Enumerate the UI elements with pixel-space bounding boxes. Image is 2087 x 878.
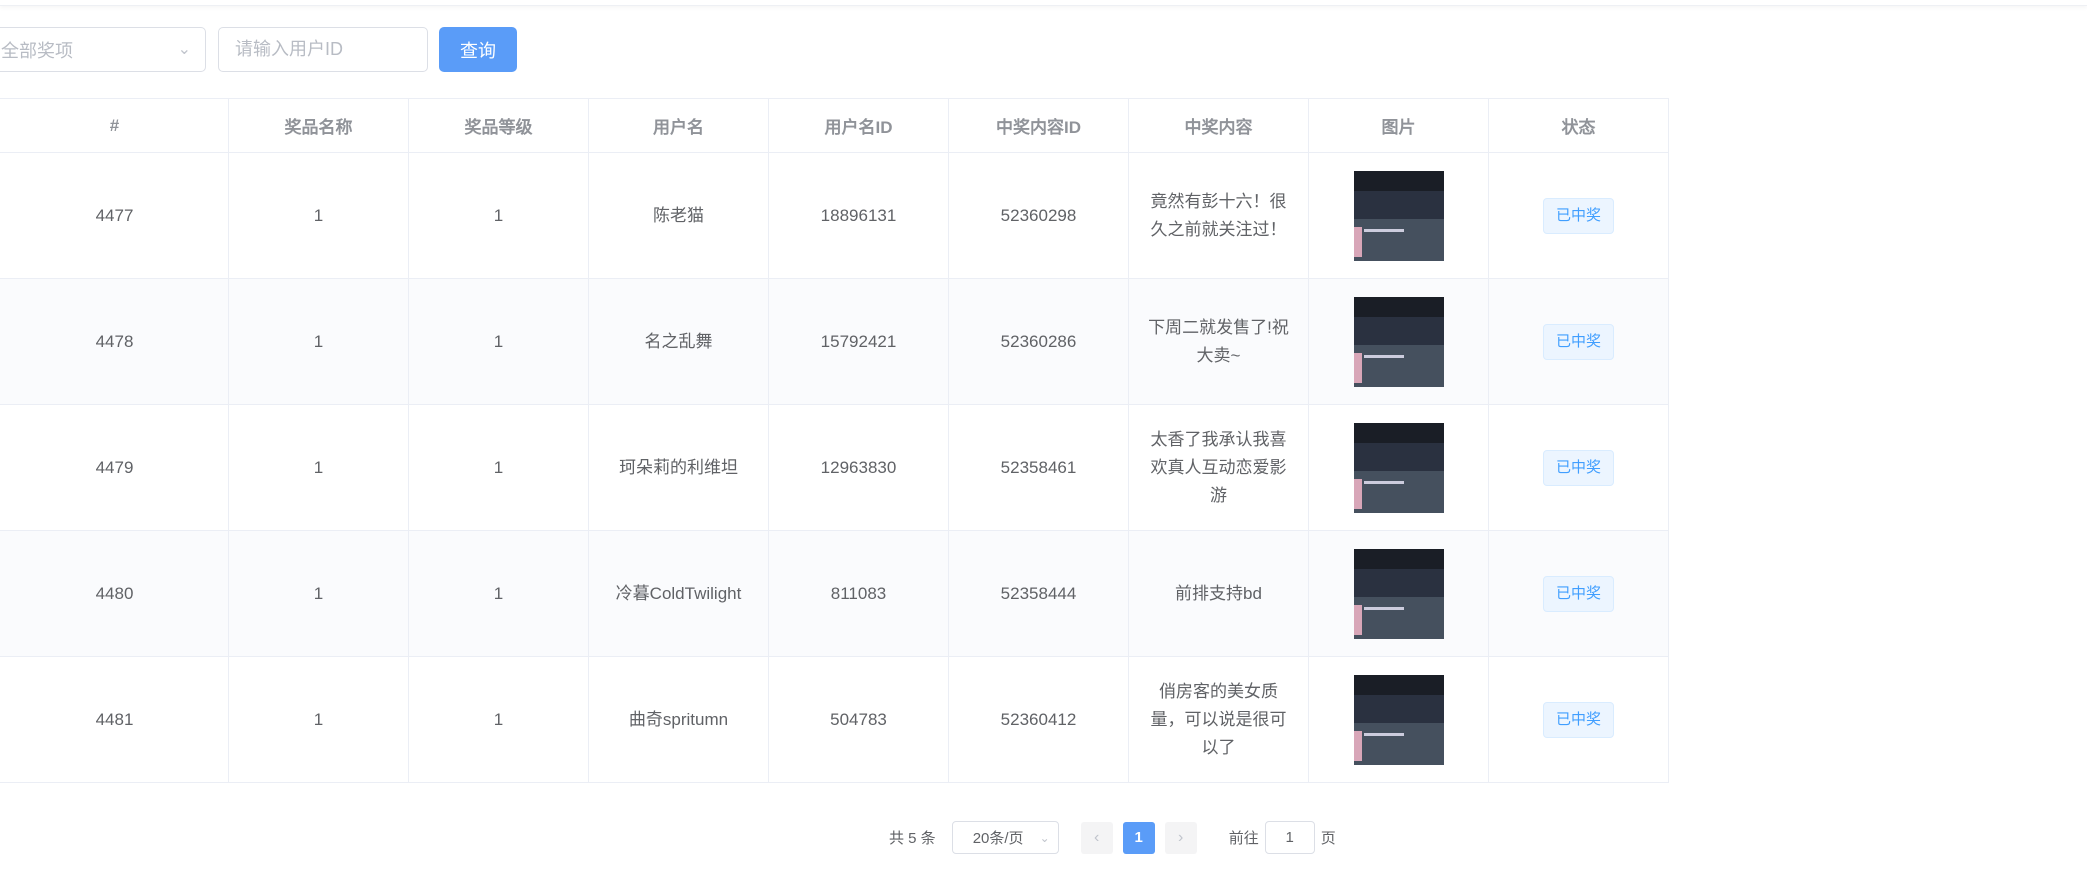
- cell-id: 4481: [0, 656, 229, 783]
- cell-content-id: 52358444: [948, 530, 1129, 657]
- column-header: 用户名: [588, 98, 769, 153]
- cell-prize-name: 1: [228, 404, 409, 531]
- screenshot-thumbnail[interactable]: [1353, 548, 1444, 639]
- cell-prize-name: 1: [228, 530, 409, 657]
- cell-username: 名之乱舞: [588, 278, 769, 405]
- cell-status: 已中奖: [1488, 152, 1669, 279]
- winners-table: # 奖品名称 奖品等级 用户名 用户名ID 中奖内容ID 中奖内容 图片 状态 4477 1 1 陈老…: [0, 98, 1669, 783]
- chevron-left-icon: ‹: [1094, 828, 1100, 846]
- cell-content: 下周二就发售了!祝大卖~: [1128, 278, 1309, 405]
- cell-user-id: 18896131: [768, 152, 949, 279]
- page-size-select[interactable]: 20条/页 ⌄: [951, 821, 1059, 854]
- column-header: 用户名ID: [768, 98, 949, 153]
- cell-content-id: 52360286: [948, 278, 1129, 405]
- cell-content: 太香了我承认我喜欢真人互动恋爱影游: [1128, 404, 1309, 531]
- cell-username: 陈老猫: [588, 152, 769, 279]
- table-row: 4481 1 1 曲奇spritumn 504783 52360412 俏房客的美女质量，可…: [0, 656, 1669, 783]
- cell-content: 俏房客的美女质量，可以说是很可以了: [1128, 656, 1309, 783]
- chevron-right-icon: ›: [1178, 828, 1184, 846]
- table-header: # 奖品名称 奖品等级 用户名 用户名ID 中奖内容ID 中奖内容 图片 状态: [0, 98, 1669, 153]
- cell-status: 已中奖: [1488, 278, 1669, 405]
- page-size-value: 20条/页: [972, 830, 1024, 847]
- cell-image: [1308, 404, 1489, 531]
- prize-select[interactable]: 全部奖项 ⌄: [0, 27, 206, 72]
- cell-user-id: 15792421: [768, 278, 949, 405]
- prize-select-value: 全部奖项: [1, 40, 73, 61]
- cell-prize-level: 1: [408, 656, 589, 783]
- total-count: 共 5 条: [889, 830, 936, 847]
- column-header: 中奖内容: [1128, 98, 1309, 153]
- cell-prize-name: 1: [228, 152, 409, 279]
- status-badge: 已中奖: [1542, 575, 1614, 612]
- prev-page-button[interactable]: ‹: [1080, 821, 1113, 854]
- table-row: 4480 1 1 冷暮ColdTwilight 811083 52358444 前排支持bd…: [0, 530, 1669, 657]
- status-badge: 已中奖: [1542, 323, 1614, 360]
- cell-id: 4480: [0, 530, 229, 657]
- column-header: 图片: [1308, 98, 1489, 153]
- screenshot-thumbnail[interactable]: [1353, 170, 1444, 261]
- cell-content-id: 52358461: [948, 404, 1129, 531]
- cell-id: 4479: [0, 404, 229, 531]
- cell-username: 曲奇spritumn: [588, 656, 769, 783]
- page-suffix: 页: [1320, 830, 1336, 847]
- cell-id: 4477: [0, 152, 229, 279]
- user-id-input[interactable]: [218, 27, 428, 72]
- cell-user-id: 811083: [768, 530, 949, 657]
- screenshot-thumbnail[interactable]: [1353, 296, 1444, 387]
- cell-prize-name: 1: [228, 278, 409, 405]
- cell-status: 已中奖: [1488, 404, 1669, 531]
- table-row: 4478 1 1 名之乱舞 15792421 52360286 下周二就发售了!祝大卖~ 已中…: [0, 278, 1669, 405]
- goto-label: 前往: [1228, 830, 1259, 847]
- cell-username: 珂朵莉的利维坦: [588, 404, 769, 531]
- pagination: 共 5 条 20条/页 ⌄ ‹ 1 › 前往 页: [889, 821, 1336, 854]
- cell-status: 已中奖: [1488, 530, 1669, 657]
- table-row: 4477 1 1 陈老猫 18896131 52360298 竟然有彭十六！很久之前就关注过…: [0, 152, 1669, 279]
- chevron-down-icon: ⌄: [1039, 830, 1050, 845]
- cell-image: [1308, 656, 1489, 783]
- goto-page-input[interactable]: [1264, 821, 1315, 854]
- cell-id: 4478: [0, 278, 229, 405]
- column-header: 中奖内容ID: [948, 98, 1129, 153]
- top-divider: [0, 0, 2087, 6]
- cell-content-id: 52360298: [948, 152, 1129, 279]
- cell-content: 竟然有彭十六！很久之前就关注过！: [1128, 152, 1309, 279]
- next-page-button[interactable]: ›: [1164, 821, 1197, 854]
- column-header: 奖品等级: [408, 98, 589, 153]
- status-badge: 已中奖: [1542, 197, 1614, 234]
- status-badge: 已中奖: [1542, 701, 1614, 738]
- cell-image: [1308, 152, 1489, 279]
- table-row: 4479 1 1 珂朵莉的利维坦 12963830 52358461 太香了我承认我喜欢真人…: [0, 404, 1669, 531]
- cell-prize-level: 1: [408, 404, 589, 531]
- cell-image: [1308, 278, 1489, 405]
- status-badge: 已中奖: [1542, 449, 1614, 486]
- page-1-button[interactable]: 1: [1122, 821, 1155, 854]
- cell-prize-level: 1: [408, 530, 589, 657]
- cell-prize-level: 1: [408, 278, 589, 405]
- cell-prize-level: 1: [408, 152, 589, 279]
- screenshot-thumbnail[interactable]: [1353, 674, 1444, 765]
- cell-user-id: 12963830: [768, 404, 949, 531]
- column-header: 奖品名称: [228, 98, 409, 153]
- column-header: #: [0, 98, 229, 153]
- chevron-down-icon: ⌄: [177, 41, 191, 58]
- column-header: 状态: [1488, 98, 1669, 153]
- cell-prize-name: 1: [228, 656, 409, 783]
- cell-status: 已中奖: [1488, 656, 1669, 783]
- cell-content-id: 52360412: [948, 656, 1129, 783]
- cell-content: 前排支持bd: [1128, 530, 1309, 657]
- cell-username: 冷暮ColdTwilight: [588, 530, 769, 657]
- screenshot-thumbnail[interactable]: [1353, 422, 1444, 513]
- cell-user-id: 504783: [768, 656, 949, 783]
- cell-image: [1308, 530, 1489, 657]
- query-button[interactable]: 查询: [439, 27, 517, 72]
